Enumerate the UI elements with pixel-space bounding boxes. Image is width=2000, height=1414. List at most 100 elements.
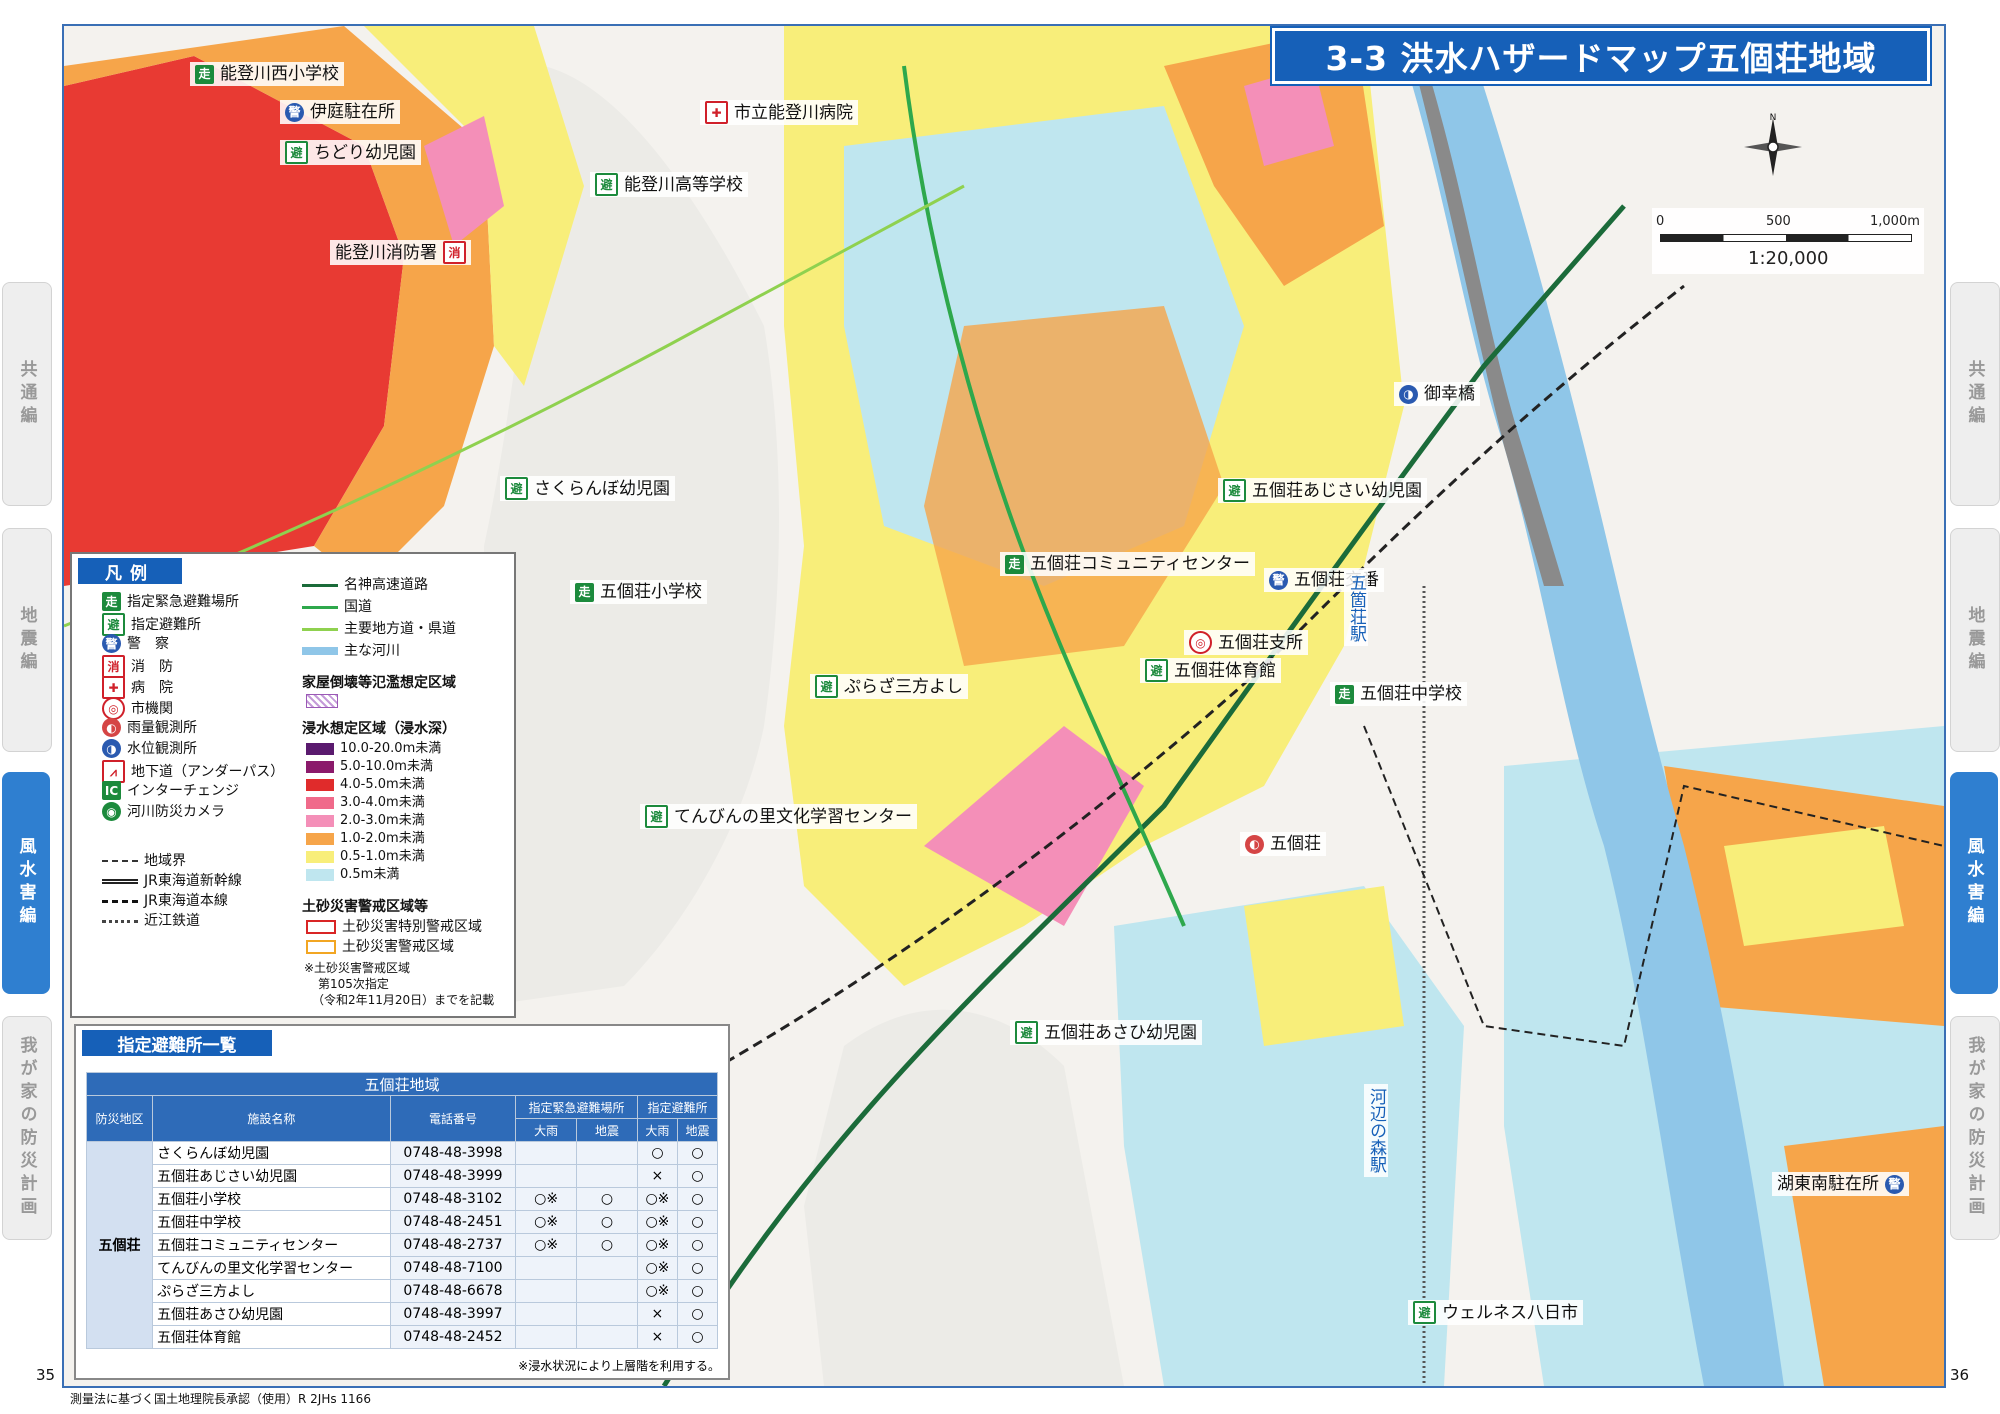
legend-note-2: 第105次指定 xyxy=(318,977,389,991)
legend-flood-swatch xyxy=(306,833,334,845)
tab-earthquake-right[interactable]: 地震編 xyxy=(1950,528,2000,752)
tab-flood-right[interactable]: 風水害編 xyxy=(1950,772,1998,994)
map-city-icon: ◎ xyxy=(1189,631,1212,654)
tab-home-plan-right[interactable]: 我が家の防災計画 xyxy=(1950,1016,2000,1240)
map-label[interactable]: ◐ 五個荘 xyxy=(1240,832,1326,856)
legend-line-label: JR東海道本線 xyxy=(144,893,228,909)
legend-road-label: 主な河川 xyxy=(344,643,400,659)
legend-road-row: 国道 xyxy=(302,598,372,616)
cell-e_rain: ○※ xyxy=(515,1210,578,1234)
map-label[interactable]: 避能登川高等学校 xyxy=(590,172,748,197)
legend-cam-icon: ◉ xyxy=(102,802,121,821)
cell-s_rain: ○※ xyxy=(636,1187,678,1211)
footer-note: 測量法に基づく国土地理院長承認（使用）R 2JHs 1166 xyxy=(70,1392,371,1406)
legend-facility-label: 河川防災カメラ xyxy=(127,803,225,820)
legend-facility-label: 指定避難所 xyxy=(131,616,201,633)
cell-e_quake xyxy=(576,1141,638,1165)
legend-line-swatch xyxy=(102,899,138,903)
map-label[interactable]: 避ウェルネス八日市 xyxy=(1408,1300,1583,1325)
legend-facility-row: 避指定避難所 xyxy=(102,613,201,636)
legend-road-label: 国道 xyxy=(344,599,372,615)
map-label[interactable]: 走五個荘小学校 xyxy=(570,580,707,604)
map-label[interactable]: ◎ 五個荘支所 xyxy=(1184,630,1308,655)
tab-flood-left[interactable]: 風水害編 xyxy=(2,772,50,994)
cell-s_quake: ○ xyxy=(676,1164,719,1188)
map-label[interactable]: 走五個荘中学校 xyxy=(1330,682,1467,706)
tab-common-left[interactable]: 共通編 xyxy=(2,282,52,506)
cell-phone: 0748-48-6678 xyxy=(389,1279,517,1303)
cell-e_rain xyxy=(515,1256,578,1280)
legend-flood-label: 0.5m未満 xyxy=(340,867,400,882)
legend-line-swatch xyxy=(102,860,138,862)
cell-s_quake: ○ xyxy=(676,1187,719,1211)
map-label-text: 御幸橋 xyxy=(1424,384,1475,404)
cell-s_quake: ○ xyxy=(676,1233,719,1257)
legend-flood-label: 3.0-4.0m未満 xyxy=(340,795,425,810)
table-row: 五個荘あじさい幼児園 0748-48-3999 × ○ xyxy=(87,1164,719,1188)
shelter-area-title: 五個荘地域 xyxy=(86,1072,718,1096)
cell-name: 五個荘中学校 xyxy=(152,1210,391,1234)
cell-phone: 0748-48-2451 xyxy=(389,1210,517,1234)
legend-shelter-icon: 避 xyxy=(102,613,125,636)
legend-facility-row: ◐ 雨量観測所 xyxy=(102,718,197,737)
map-fire-icon: 消 xyxy=(443,241,466,264)
cell-phone: 0748-48-3999 xyxy=(389,1164,517,1188)
legend-line-label: 近江鉄道 xyxy=(144,913,200,929)
header-region: 防災地区 xyxy=(85,1095,154,1142)
tab-home-plan-left[interactable]: 我が家の防災計画 xyxy=(2,1016,52,1240)
cell-name: 五個荘あさひ幼児園 xyxy=(152,1302,391,1326)
map-shelter-icon: 避 xyxy=(1223,479,1246,502)
map-label-text: 五個荘あじさい幼児園 xyxy=(1252,480,1422,501)
map-label[interactable]: 走五個荘コミュニティセンター xyxy=(1000,552,1255,576)
map-label-text: 五個荘 xyxy=(1270,834,1321,854)
map-label-text: 能登川高等学校 xyxy=(624,174,743,195)
legend-note-1: ※土砂災害警戒区域 xyxy=(304,961,411,975)
table-row: 五個荘体育館 0748-48-2452 × ○ xyxy=(87,1325,719,1349)
flood-zone-yellow-east xyxy=(1724,826,1904,946)
cell-e_quake xyxy=(576,1256,638,1280)
header-emergency-quake: 地震 xyxy=(576,1118,638,1142)
map-label[interactable]: 走能登川西小学校 xyxy=(190,62,344,86)
cell-s_rain: × xyxy=(636,1164,678,1188)
map-emg-icon: 走 xyxy=(575,582,594,602)
map-label[interactable]: 避五個荘体育館 xyxy=(1140,658,1281,683)
legend-flood-row: 10.0-20.0m未満 xyxy=(306,740,441,758)
scale-graphic xyxy=(1660,234,1912,242)
map-police-icon: 警 xyxy=(1885,1174,1904,1194)
map-label[interactable]: 湖東南駐在所警 xyxy=(1772,1172,1909,1196)
cell-name: さくらんぼ幼児園 xyxy=(152,1141,391,1165)
map-water-icon: ◑ xyxy=(1399,384,1418,404)
legend-flood-swatch xyxy=(306,761,334,773)
map-hosp-icon: ✚ xyxy=(705,101,728,124)
cell-e_rain xyxy=(515,1164,578,1188)
cell-e_quake xyxy=(576,1325,638,1349)
legend-facility-label: 消 防 xyxy=(131,658,173,675)
map-label[interactable]: ✚ 市立能登川病院 xyxy=(700,100,858,125)
map-label-text: 五個荘支所 xyxy=(1218,632,1303,653)
map-label[interactable]: 避五個荘あさひ幼児園 xyxy=(1010,1020,1202,1045)
tab-earthquake-left[interactable]: 地震編 xyxy=(2,528,52,752)
cell-phone: 0748-48-3102 xyxy=(389,1187,517,1211)
tab-common-right[interactable]: 共通編 xyxy=(1950,282,2000,506)
legend-line-label: JR東海道新幹線 xyxy=(144,873,242,889)
map-label[interactable]: 能登川消防署消 xyxy=(330,240,471,265)
map-label[interactable]: 警伊庭駐在所 xyxy=(280,100,400,124)
station-label-kawabenomori: 河辺の森駅 xyxy=(1364,1084,1388,1177)
map-label-text: 能登川西小学校 xyxy=(220,64,339,84)
legend-flood-label: 5.0-10.0m未満 xyxy=(340,759,433,774)
map-label[interactable]: 避さくらんぼ幼児園 xyxy=(500,476,675,501)
legend-landslide-label: 土砂災害特別警戒区域 xyxy=(342,919,482,935)
legend-fire-icon: 消 xyxy=(102,655,125,678)
compass-north-label: N xyxy=(1770,113,1777,123)
legend-flood-swatch xyxy=(306,779,334,791)
map-shelter-icon: 避 xyxy=(1145,659,1168,682)
shelter-table: 五個荘地域 防災地区 施設名称 電話番号 指定緊急避難場所 指定避難所 大雨 地… xyxy=(85,1072,719,1349)
map-label[interactable]: 避ぷらざ三方よし xyxy=(810,674,968,699)
map-label[interactable]: 避五個荘あじさい幼児園 xyxy=(1218,478,1427,503)
page-number-right: 36 xyxy=(1950,1366,1970,1384)
map-label[interactable]: 避ちどり幼児園 xyxy=(280,140,421,165)
map-label[interactable]: 避てんびんの里文化学習センター xyxy=(640,804,917,829)
map-label[interactable]: ◑ 御幸橋 xyxy=(1394,382,1480,406)
legend-facility-row: ◎ 市機関 xyxy=(102,697,173,720)
legend-flood-row: 0.5-1.0m未満 xyxy=(306,848,425,866)
